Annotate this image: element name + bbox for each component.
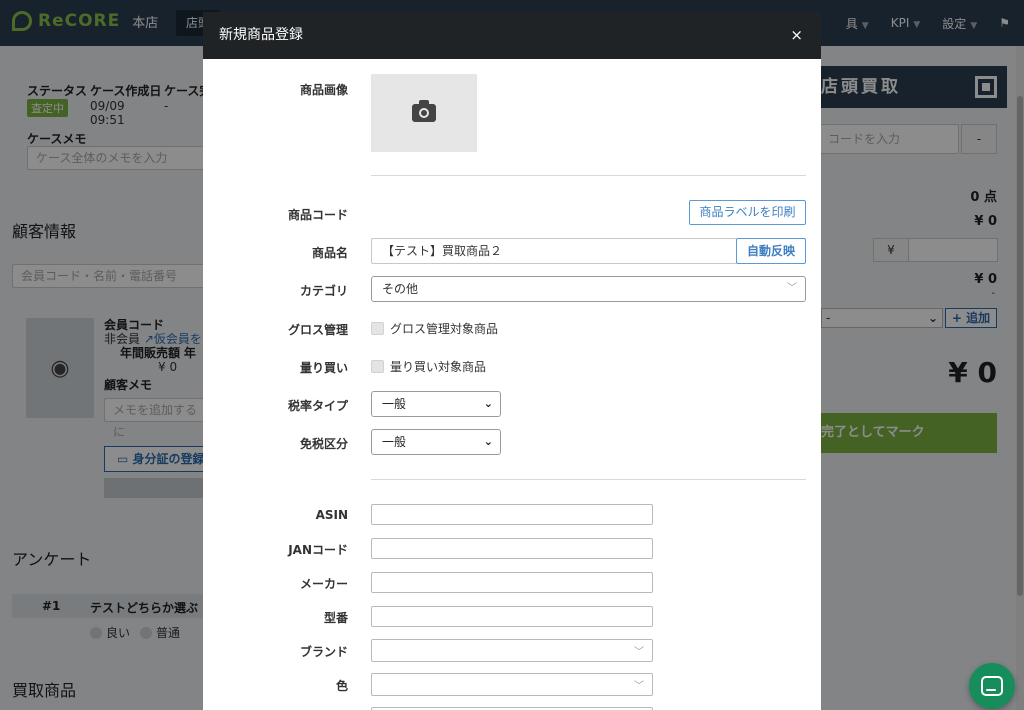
gross-checkbox[interactable]	[371, 322, 384, 335]
product-name-label: 商品名	[311, 246, 348, 260]
divider	[371, 479, 806, 480]
modal-header: 新規商品登録 ×	[203, 12, 821, 59]
chevron-down-icon: ⌄	[483, 397, 493, 410]
chevron-down-icon: ⌄	[483, 435, 493, 448]
product-name-input[interactable]: 【テスト】買取商品２	[371, 238, 737, 264]
product-image-label: 商品画像	[299, 83, 348, 97]
category-label: カテゴリ	[299, 284, 348, 298]
tax-exempt-select[interactable]: 一般 ⌄	[371, 429, 501, 455]
tax-exempt-value: 一般	[382, 435, 407, 449]
auto-reflect-button[interactable]: 自動反映	[736, 238, 806, 264]
bulk-label: 量り買い	[299, 361, 348, 375]
close-icon[interactable]: ×	[790, 12, 803, 59]
model-input[interactable]	[371, 606, 653, 627]
brand-select[interactable]: ﹀	[371, 639, 653, 662]
category-select[interactable]: その他 ﹀	[371, 276, 806, 302]
jan-input[interactable]	[371, 538, 653, 559]
bulk-checkbox[interactable]	[371, 360, 384, 373]
asin-label: ASIN	[315, 508, 348, 522]
asin-input[interactable]	[371, 504, 653, 525]
camera-icon	[412, 100, 436, 122]
maker-input[interactable]	[371, 572, 653, 593]
chevron-down-icon: ﹀	[634, 647, 644, 658]
chevron-down-icon: ﹀	[634, 681, 644, 692]
gross-checkbox-row[interactable]: グロス管理対象商品	[371, 320, 498, 337]
chevron-down-icon: ﹀	[787, 283, 797, 294]
product-image-upload[interactable]	[371, 74, 477, 152]
bulk-checkbox-label: 量り買い対象商品	[390, 360, 487, 374]
product-code-label: 商品コード	[287, 208, 348, 222]
chat-icon	[981, 676, 1003, 696]
jan-label: JANコード	[288, 543, 348, 557]
divider	[371, 175, 806, 176]
color-select[interactable]: ﹀	[371, 673, 653, 696]
category-select-value: その他	[382, 282, 419, 296]
color-label: 色	[335, 679, 348, 693]
bulk-checkbox-row[interactable]: 量り買い対象商品	[371, 358, 486, 375]
brand-label: ブランド	[299, 645, 348, 659]
chat-support-button[interactable]	[969, 663, 1015, 709]
model-label: 型番	[323, 611, 348, 625]
gross-label: グロス管理	[287, 323, 348, 337]
maker-label: メーカー	[299, 577, 348, 591]
tax-type-select[interactable]: 一般 ⌄	[371, 391, 501, 417]
tax-type-value: 一般	[382, 397, 407, 411]
print-label-button[interactable]: 商品ラベルを印刷	[689, 200, 806, 225]
gross-checkbox-label: グロス管理対象商品	[390, 322, 499, 336]
tax-exempt-label: 免税区分	[299, 437, 348, 451]
modal-title: 新規商品登録	[219, 27, 303, 43]
tax-type-label: 税率タイプ	[287, 399, 348, 413]
new-product-modal: 新規商品登録 × 商品画像 商品コード 商品ラベルを印刷 商品名 【テスト】買取…	[203, 12, 821, 710]
